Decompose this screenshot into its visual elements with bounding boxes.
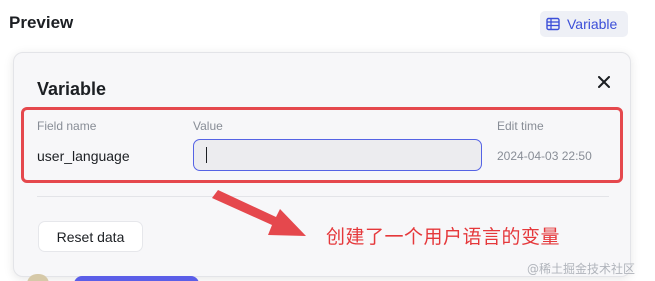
- preview-title: Preview: [9, 13, 74, 32]
- close-button[interactable]: [594, 72, 614, 92]
- annotation-text: 创建了一个用户语言的变量: [326, 226, 561, 248]
- panel-title: Variable: [37, 79, 107, 99]
- variable-button-label: Variable: [567, 16, 618, 32]
- reset-data-button[interactable]: Reset data: [38, 221, 143, 252]
- close-icon: [598, 76, 610, 88]
- bottom-button[interactable]: [74, 276, 199, 281]
- watermark: @稀土掘金技术社区: [527, 262, 636, 276]
- variable-button[interactable]: Variable: [540, 11, 628, 37]
- highlight-box: [21, 107, 623, 183]
- divider: [37, 196, 609, 197]
- table-icon: [546, 17, 560, 31]
